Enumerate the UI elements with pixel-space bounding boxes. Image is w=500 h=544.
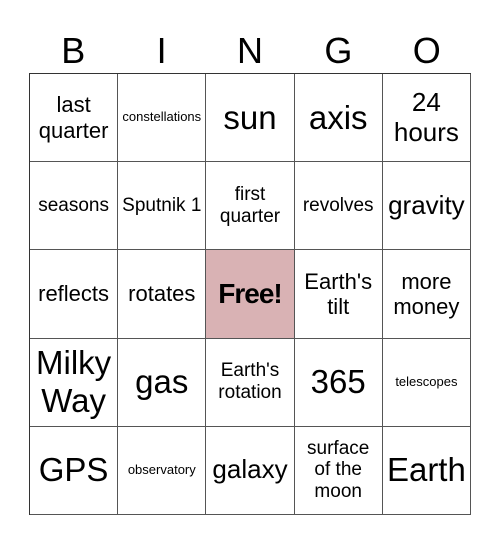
bingo-cell[interactable]: revolves [294, 162, 383, 251]
bingo-cell[interactable]: 365 [294, 338, 383, 427]
header-letter-n: N [236, 30, 263, 71]
bingo-cell[interactable]: sun [206, 74, 295, 163]
bingo-cell[interactable]: axis [294, 74, 383, 163]
bingo-cell[interactable]: constellations [118, 74, 207, 163]
bingo-cell[interactable]: 24 hours [382, 74, 471, 163]
bingo-cell[interactable]: rotates [118, 250, 207, 339]
bingo-cell[interactable]: galaxy [206, 426, 295, 515]
free-space-cell[interactable]: Free! [206, 250, 295, 339]
bingo-cell[interactable]: last quarter [30, 74, 119, 163]
bingo-header: B I N G O [29, 28, 471, 73]
bingo-cell[interactable]: Sputnik 1 [118, 162, 207, 251]
bingo-cell[interactable]: GPS [30, 426, 119, 515]
bingo-cell[interactable]: Milky Way [30, 338, 119, 427]
bingo-cell[interactable]: first quarter [206, 162, 295, 251]
bingo-cell[interactable]: reflects [30, 250, 119, 339]
bingo-cell[interactable]: gravity [382, 162, 471, 251]
header-letter-g: G [324, 30, 353, 71]
bingo-grid: last quarter constellations sun axis 24 hour… [29, 73, 471, 515]
bingo-cell[interactable]: seasons [30, 162, 119, 251]
bingo-cell[interactable]: surface of the moon [294, 426, 383, 515]
bingo-cell[interactable]: gas [118, 338, 207, 427]
bingo-cell[interactable]: Earth's tilt [294, 250, 383, 339]
header-letter-o: O [412, 30, 441, 71]
bingo-cell[interactable]: Earth's rotation [206, 338, 295, 427]
bingo-cell[interactable]: observatory [118, 426, 207, 515]
bingo-cell[interactable]: more money [382, 250, 471, 339]
header-letter-b: B [61, 30, 86, 71]
bingo-cell[interactable]: telescopes [382, 338, 471, 427]
bingo-cell[interactable]: Earth [382, 426, 471, 515]
header-letter-i: I [156, 30, 167, 71]
